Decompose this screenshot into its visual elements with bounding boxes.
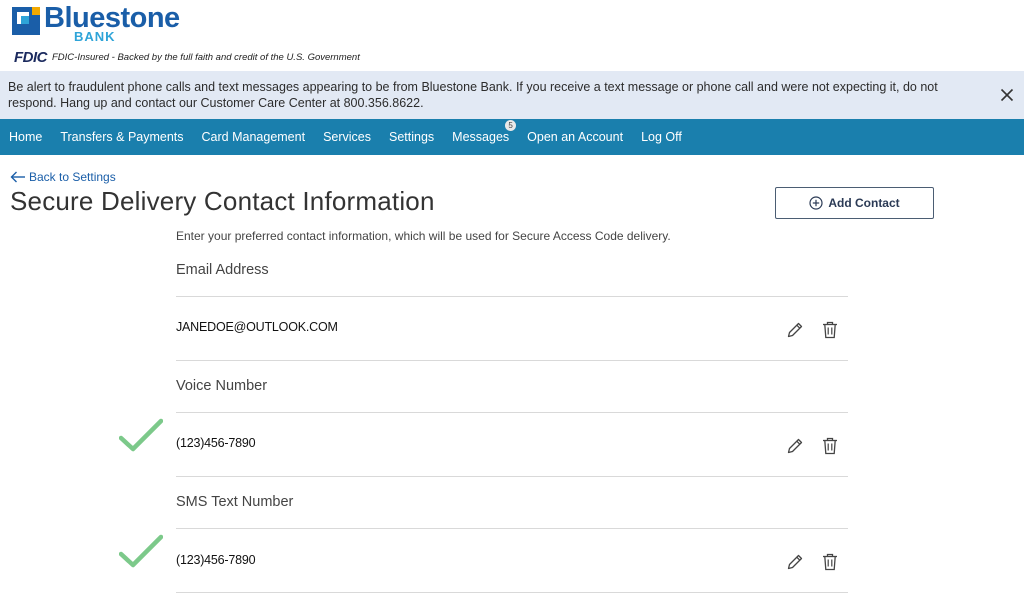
nav-transfers-payments[interactable]: Transfers & Payments [51, 119, 192, 155]
bank-logo[interactable]: Bluestone BANK [12, 4, 180, 43]
nav-label: Settings [389, 130, 435, 144]
intro-text: Enter your preferred contact information… [176, 229, 671, 243]
nav-open-account[interactable]: Open an Account [518, 119, 632, 155]
main-nav: Home Transfers & Payments Card Managemen… [0, 119, 1024, 155]
section-label-sms: SMS Text Number [176, 494, 294, 510]
delete-email-trash-icon[interactable] [820, 320, 840, 340]
section-label-email: Email Address [176, 262, 269, 278]
delete-voice-trash-icon[interactable] [820, 436, 840, 456]
divider [176, 412, 848, 413]
plus-circle-icon [809, 196, 823, 210]
nav-label: Home [9, 130, 43, 144]
messages-count-badge: 5 [505, 120, 517, 131]
nav-services[interactable]: Services [314, 119, 380, 155]
close-icon[interactable] [1000, 88, 1014, 102]
fraud-alert-banner: Be alert to fraudulent phone calls and t… [0, 71, 1024, 119]
divider [176, 528, 848, 529]
page-title: Secure Delivery Contact Information [10, 186, 435, 216]
nav-settings[interactable]: Settings [380, 119, 443, 155]
nav-messages[interactable]: Messages 5 [443, 119, 518, 155]
nav-home[interactable]: Home [0, 119, 51, 155]
verified-check-icon [119, 534, 163, 568]
nav-label: Log Off [641, 130, 682, 144]
add-contact-button[interactable]: Add Contact [775, 187, 934, 219]
sms-number-value: (123)456-7890 [176, 553, 256, 567]
fdic-notice: FDIC FDIC-Insured - Backed by the full f… [14, 49, 360, 66]
nav-label: Services [323, 130, 371, 144]
logo-mark-icon [12, 7, 40, 35]
nav-label: Open an Account [527, 130, 624, 144]
nav-card-management[interactable]: Card Management [193, 119, 315, 155]
divider [176, 360, 848, 361]
nav-log-off[interactable]: Log Off [632, 119, 691, 155]
edit-sms-pencil-icon[interactable] [785, 552, 805, 572]
divider [176, 592, 848, 593]
delete-sms-trash-icon[interactable] [820, 552, 840, 572]
nav-label: Messages [452, 130, 510, 144]
edit-email-pencil-icon[interactable] [785, 320, 805, 340]
edit-voice-pencil-icon[interactable] [785, 436, 805, 456]
section-label-voice: Voice Number [176, 378, 268, 394]
nav-label: Card Management [201, 130, 306, 144]
divider [176, 476, 848, 477]
alert-text: Be alert to fraudulent phone calls and t… [8, 80, 938, 110]
back-link-label: Back to Settings [29, 170, 116, 184]
divider [176, 296, 848, 297]
email-value: JANEDOE@OUTLOOK.COM [176, 320, 338, 334]
back-to-settings-link[interactable]: Back to Settings [10, 170, 116, 184]
fdic-text: FDIC-Insured - Backed by the full faith … [52, 52, 360, 63]
nav-label: Transfers & Payments [60, 130, 184, 144]
fdic-logo: FDIC [14, 49, 48, 66]
arrow-left-icon [10, 171, 25, 183]
add-contact-label: Add Contact [828, 196, 900, 210]
voice-number-value: (123)456-7890 [176, 436, 256, 450]
verified-check-icon [119, 418, 163, 452]
